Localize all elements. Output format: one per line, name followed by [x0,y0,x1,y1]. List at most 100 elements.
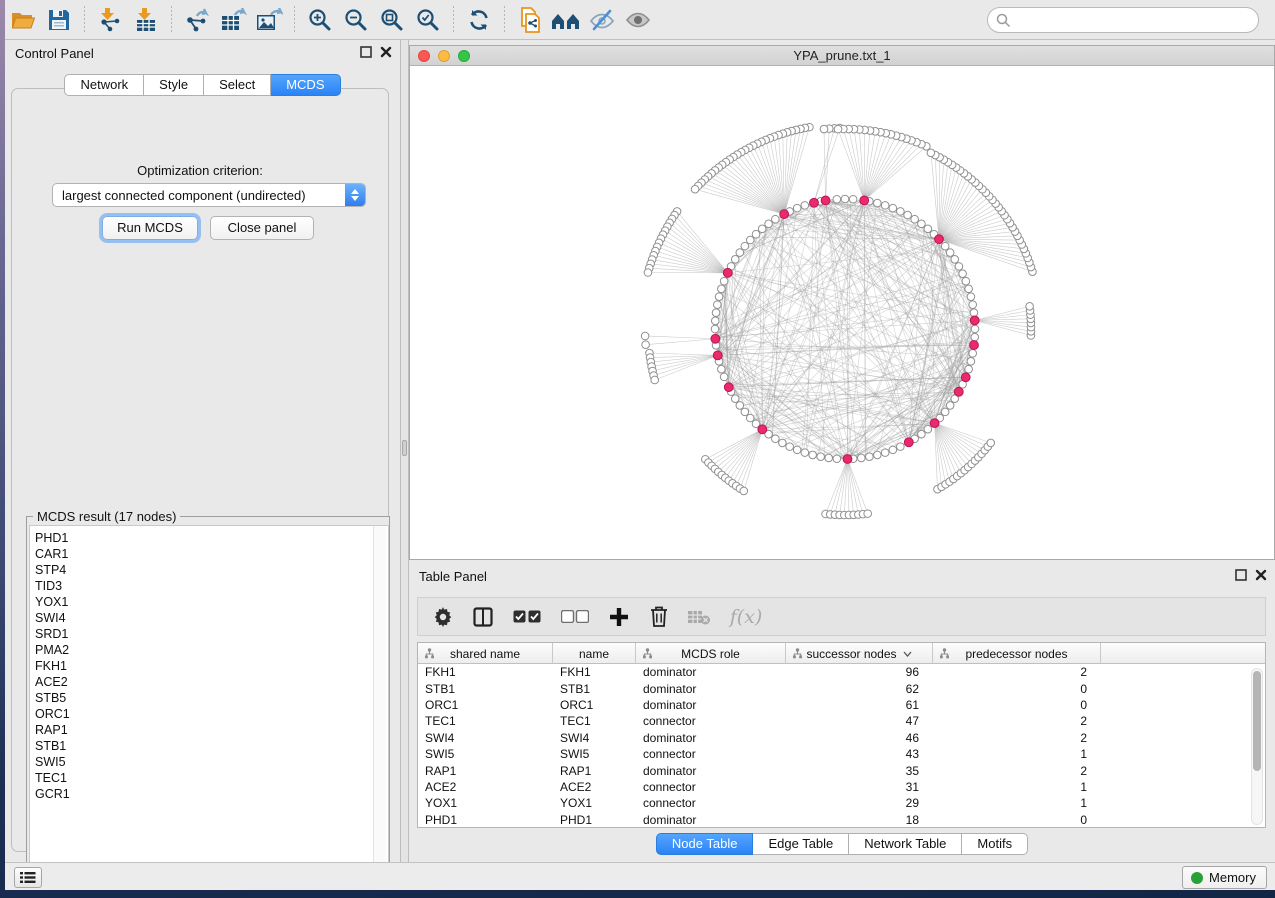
network-node[interactable] [711,325,719,333]
column-header-MCDS-role[interactable]: MCDS role [636,643,786,664]
network-node[interactable] [731,395,739,403]
network-node[interactable] [970,309,978,317]
float-panel-icon[interactable] [1235,569,1247,581]
tab-mcds[interactable]: MCDS [271,74,340,96]
network-canvas[interactable] [410,66,1274,559]
select-all-button[interactable] [510,603,544,631]
mcds-hub-node[interactable] [843,455,852,464]
network-node[interactable] [714,301,722,309]
close-panel-icon[interactable] [380,46,392,58]
network-node[interactable] [718,285,726,293]
table-row[interactable]: ORC1ORC1dominator610 [418,697,1265,713]
clone-network-button[interactable] [512,4,548,36]
table-row[interactable]: RAP1RAP1dominator352 [418,762,1265,778]
network-node[interactable] [969,301,977,309]
column-header-predecessor-nodes[interactable]: predecessor nodes [933,643,1101,664]
tab-style[interactable]: Style [144,74,204,96]
mcds-hub-node[interactable] [810,198,819,207]
network-node[interactable] [874,451,882,459]
import-network-button[interactable] [92,4,128,36]
network-node[interactable] [866,453,874,461]
network-node[interactable] [918,430,926,438]
export-table-button[interactable] [215,4,251,36]
export-network-button[interactable] [179,4,215,36]
network-node[interactable] [731,256,739,264]
mcds-result-item[interactable]: SWI5 [35,754,388,770]
open-file-button[interactable] [5,4,41,36]
network-node[interactable] [965,285,973,293]
network-node[interactable] [941,242,949,250]
table-row[interactable]: PHD1PHD1dominator180 [418,812,1265,828]
network-node[interactable] [746,414,754,422]
table-row[interactable]: STB1STB1dominator620 [418,680,1265,696]
network-node[interactable] [765,220,773,228]
zoom-in-button[interactable] [302,4,338,36]
network-node[interactable] [793,204,801,212]
network-node[interactable] [918,220,926,228]
network-node[interactable] [833,455,841,463]
tab-network-table[interactable]: Network Table [849,833,962,855]
mcds-hub-node[interactable] [821,196,830,205]
toggle-columns-button[interactable] [470,603,496,631]
network-node[interactable] [740,487,748,495]
network-node[interactable] [897,208,905,216]
column-header-shared-name[interactable]: shared name [418,643,553,664]
network-node[interactable] [834,125,842,133]
mcds-result-item[interactable]: STB1 [35,738,388,754]
table-row[interactable]: SWI4SWI4dominator462 [418,730,1265,746]
network-node[interactable] [779,439,787,447]
mcds-result-item[interactable]: RAP1 [35,722,388,738]
network-node[interactable] [736,402,744,410]
hide-selected-button[interactable] [584,4,620,36]
network-node[interactable] [809,451,817,459]
task-history-button[interactable] [14,867,42,888]
network-node[interactable] [746,236,754,244]
memory-button[interactable]: Memory [1182,866,1267,889]
network-node[interactable] [965,365,973,373]
mcds-result-item[interactable]: GCR1 [35,786,388,802]
network-node[interactable] [786,443,794,451]
first-neighbors-button[interactable] [548,4,584,36]
mcds-result-item[interactable]: FKH1 [35,658,388,674]
network-node[interactable] [801,449,809,457]
mcds-hub-node[interactable] [904,438,913,447]
mcds-hub-node[interactable] [758,425,767,434]
network-node[interactable] [1026,303,1034,311]
run-mcds-button[interactable]: Run MCDS [102,216,198,240]
mcds-hub-node[interactable] [930,419,939,428]
mcds-result-item[interactable]: ORC1 [35,706,388,722]
mcds-result-item[interactable]: PMA2 [35,642,388,658]
tab-node-table[interactable]: Node Table [656,833,754,855]
mcds-hub-node[interactable] [970,341,979,350]
network-node[interactable] [642,341,650,349]
network-node[interactable] [955,263,963,271]
table-scrollbar[interactable] [1251,668,1263,825]
column-header-name[interactable]: name [553,643,636,664]
network-node[interactable] [641,332,649,340]
network-node[interactable] [741,408,749,416]
network-node[interactable] [889,446,897,454]
tab-network[interactable]: Network [64,74,144,96]
zoom-out-button[interactable] [338,4,374,36]
network-node[interactable] [752,230,760,238]
network-node[interactable] [967,358,975,366]
network-node[interactable] [741,242,749,250]
optimization-criterion-select[interactable]: largest connected component (undirected) [52,183,366,207]
show-all-button[interactable] [620,4,656,36]
network-node[interactable] [720,373,728,381]
network-node[interactable] [691,185,699,193]
network-node[interactable] [927,149,935,157]
table-settings-button[interactable] [430,603,456,631]
network-node[interactable] [969,350,977,358]
network-node[interactable] [849,195,857,203]
tab-motifs[interactable]: Motifs [962,833,1028,855]
network-node[interactable] [857,454,865,462]
mcds-result-item[interactable]: STP4 [35,562,388,578]
network-node[interactable] [967,293,975,301]
table-row[interactable]: ACE2ACE2connector311 [418,779,1265,795]
network-node[interactable] [924,425,932,433]
network-node[interactable] [987,439,995,447]
mcds-result-item[interactable]: SRD1 [35,626,388,642]
network-node[interactable] [793,446,801,454]
mcds-hub-node[interactable] [713,351,722,360]
